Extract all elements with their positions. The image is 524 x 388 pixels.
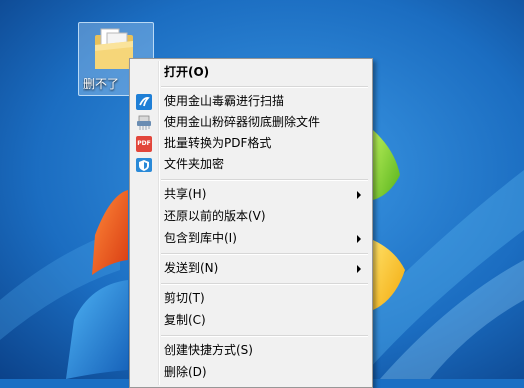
menu-item-copy[interactable]: 复制(C) [132,310,370,331]
menu-item-send-to[interactable]: 发送到(N) [132,258,370,279]
menu-item-label: 使用金山粉碎器彻底删除文件 [164,115,321,129]
submenu-arrow-icon [357,265,361,273]
menu-item-label: 使用金山毒霸进行扫描 [164,94,285,108]
folder-encrypt-icon [136,158,152,172]
context-menu: 打开(O) 使用金山毒霸进行扫描 使用金山粉碎器彻底删除文件 PDF 批量转换为… [129,58,373,388]
menu-item-restore-previous[interactable]: 还原以前的版本(V) [132,206,370,227]
menu-separator [161,335,368,337]
menu-item-kingsoft-scan[interactable]: 使用金山毒霸进行扫描 [132,91,370,112]
submenu-arrow-icon [357,235,361,243]
menu-separator [161,179,368,181]
menu-item-label: 打开(O) [164,65,210,79]
menu-item-create-shortcut[interactable]: 创建快捷方式(S) [132,340,370,361]
menu-separator [161,283,368,285]
kingsoft-antivirus-icon [136,94,152,110]
menu-item-label: 还原以前的版本(V) [164,209,266,223]
submenu-arrow-icon [357,191,361,199]
menu-item-open[interactable]: 打开(O) [132,62,370,83]
shredder-icon [137,115,151,130]
menu-separator [161,86,368,88]
menu-item-label: 发送到(N) [164,261,219,275]
menu-item-include-in-library[interactable]: 包含到库中(I) [132,228,370,249]
menu-item-convert-pdf[interactable]: PDF 批量转换为PDF格式 [132,133,370,154]
menu-item-cut[interactable]: 剪切(T) [132,288,370,309]
menu-item-share[interactable]: 共享(H) [132,184,370,205]
menu-item-label: 删除(D) [164,365,207,379]
menu-item-label: 文件夹加密 [164,157,225,171]
menu-item-label: 剪切(T) [164,291,205,305]
menu-item-label: 复制(C) [164,313,206,327]
menu-item-label: 共享(H) [164,187,207,201]
menu-item-folder-encrypt[interactable]: 文件夹加密 [132,154,370,175]
menu-item-kingsoft-shredder[interactable]: 使用金山粉碎器彻底删除文件 [132,112,370,133]
menu-item-label: 批量转换为PDF格式 [164,136,272,150]
pdf-icon: PDF [136,136,152,152]
menu-item-label: 创建快捷方式(S) [164,343,253,357]
menu-item-delete[interactable]: 删除(D) [132,362,370,383]
menu-item-label: 包含到库中(I) [164,231,237,245]
menu-separator [161,253,368,255]
